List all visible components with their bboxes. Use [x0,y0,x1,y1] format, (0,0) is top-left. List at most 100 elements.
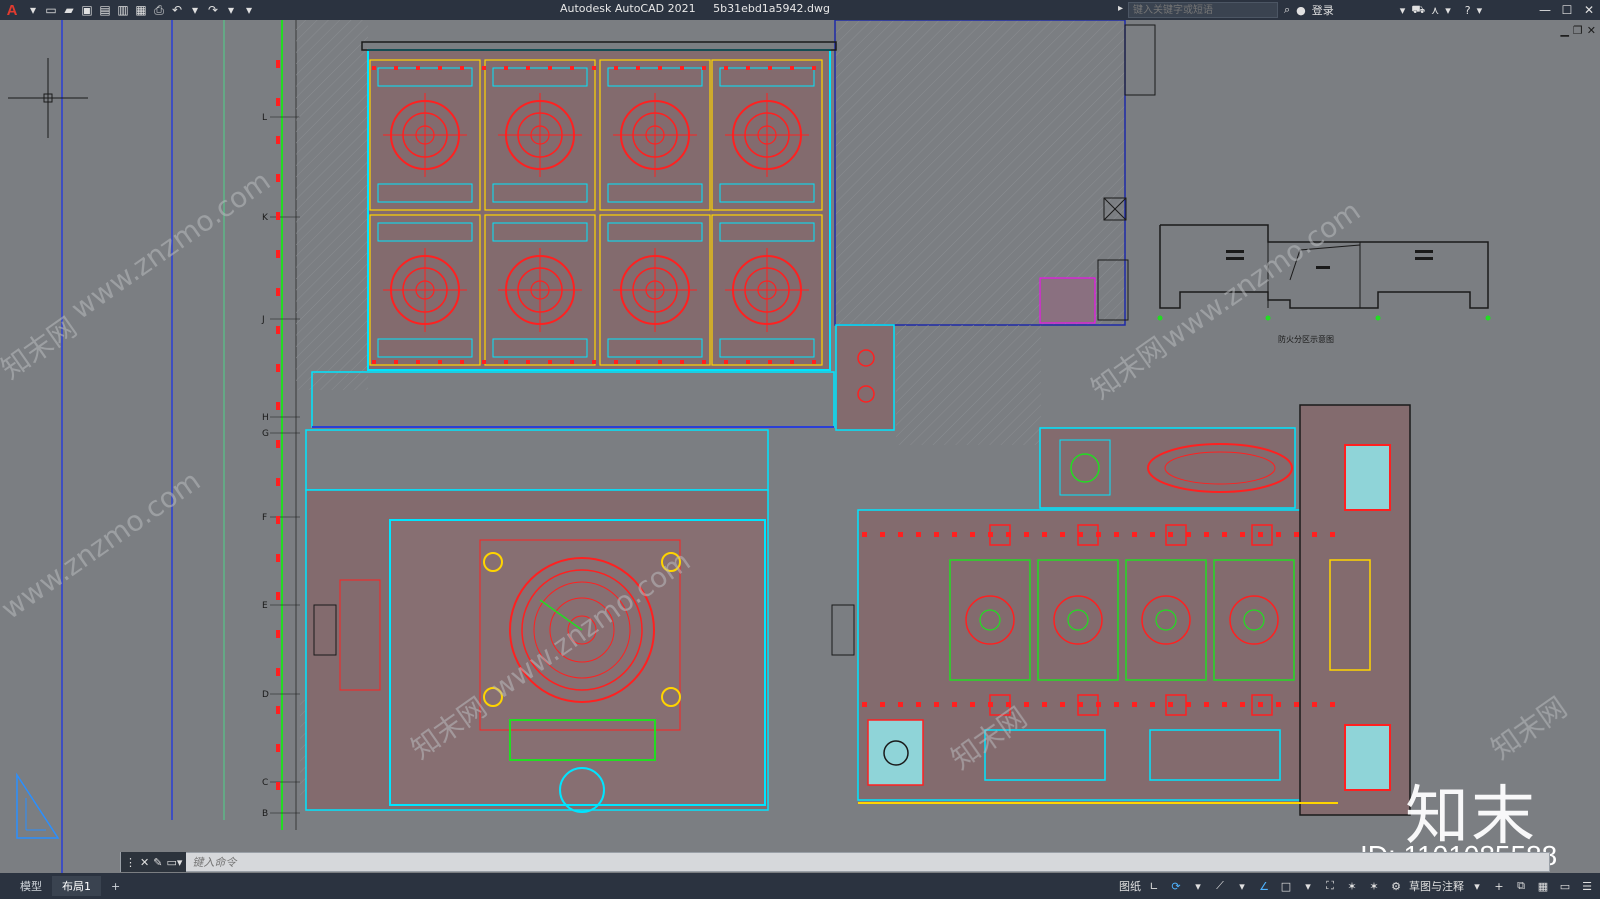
grid-axis-label: G [262,429,269,439]
workspace-gear-icon[interactable]: ⚙ [1387,876,1405,896]
viewport-controls: ▁ ❐ ✕ [1560,24,1596,37]
light-dot [1132,532,1137,537]
redo-icon[interactable]: ↷ [204,1,222,19]
login-dropdown-icon[interactable]: ▾ [1400,4,1406,17]
viewport-close-icon[interactable]: ✕ [1587,24,1596,37]
light-dot [1150,532,1155,537]
grid-axis-label: J [261,315,265,325]
tab-model[interactable]: 模型 [10,876,52,896]
polar-tracking-icon[interactable]: ⟳ [1167,876,1185,896]
viewport-minimize-icon[interactable]: ▁ [1560,24,1568,37]
object-snap-tracking-icon[interactable]: ∠ [1255,876,1273,896]
axis-marker [276,250,280,258]
new-icon[interactable]: ▭ [42,1,60,19]
workspace-dropdown-icon[interactable]: ▾ [1468,876,1486,896]
selection-cycling-icon[interactable]: ⛶ [1321,876,1339,896]
object-snap-icon[interactable]: □ [1277,876,1295,896]
light-dot [952,702,957,707]
product-name: Autodesk AutoCAD 2021 [560,2,696,15]
light-dot [1222,532,1227,537]
light-dot [880,532,885,537]
tab-layout1[interactable]: 布局1 [52,876,101,896]
command-input[interactable] [186,855,1387,869]
maximize-icon[interactable]: ☐ [1556,0,1578,20]
quick-access-toolbar: ▾ ▭ ▰ ▣ ▤ ▥ ▦ ⎙ ↶ ▾ ↷ ▾ ▾ [24,0,258,20]
axis-marker [276,554,280,562]
window-title: Autodesk AutoCAD 2021 5b31ebd1a5942.dwg [560,2,844,15]
print-icon[interactable]: ⎙ [150,1,168,19]
isolate-objects-icon[interactable]: ▭ [1556,876,1574,896]
search-expand-icon[interactable]: ▸ [1118,3,1123,14]
undo-dropdown-icon[interactable]: ▾ [186,1,204,19]
isodraft-icon[interactable]: ⟋ [1211,876,1229,896]
svg-text:防火分区示意图: 防火分区示意图 [1278,334,1334,344]
minimize-icon[interactable]: — [1534,0,1556,20]
a360-dropdown-icon[interactable]: ▾ [1445,4,1451,17]
grid-axis-label: L [262,113,267,123]
viewport-restore-icon[interactable]: ❐ [1573,24,1583,37]
annotation-monitor-icon[interactable]: + [1490,876,1508,896]
object-snap-dropdown-icon[interactable]: ▾ [1299,876,1317,896]
axis-marker [276,478,280,486]
customize-icon[interactable]: ▾ [240,1,258,19]
hatch-area [896,325,1041,445]
light-dot [934,702,939,707]
paper-space-toggle[interactable]: 图纸 [1119,876,1141,896]
annotation-autoscale-icon[interactable]: ✶ [1365,876,1383,896]
light-dot [460,66,464,70]
workspace-switch[interactable]: 草图与注释 [1409,876,1464,896]
grid-axis-label: C [262,778,268,788]
open-icon[interactable]: ▰ [60,1,78,19]
light-dot [658,66,662,70]
login-button[interactable]: 登录 [1312,2,1334,18]
light-dot [416,66,420,70]
drawing-area[interactable]: LKJHGFEDCB 防火分区示意图 知末网 www.znzmo.com 知末网… [0,20,1600,873]
a360-icon[interactable]: ⋏ [1431,4,1439,17]
grid-axis-label: D [262,690,269,700]
status-bar: 模型 布局1 + 图纸 ∟ ⟳ ▾ ⟋ ▾ ∠ □ ▾ ⛶ ✶ ✶ ⚙ 草图与注… [0,873,1600,899]
grip-icon[interactable]: ⋮ [125,856,136,869]
axis-marker [276,212,280,220]
light-dot [1258,532,1263,537]
publish-icon[interactable]: ▥ [114,1,132,19]
axis-marker [276,592,280,600]
help-dropdown-icon[interactable]: ▾ [1477,4,1483,17]
axis-marker [276,98,280,106]
isodraft-dropdown-icon[interactable]: ▾ [1233,876,1251,896]
light-dot [658,360,662,364]
recent-commands-icon[interactable]: ▭▾ [166,856,182,869]
axis-marker [276,60,280,68]
units-icon[interactable]: ⧉ [1512,876,1530,896]
light-dot [1132,702,1137,707]
close-command-icon[interactable]: ✕ [140,856,149,869]
redo-dropdown-icon[interactable]: ▾ [222,1,240,19]
undo-icon[interactable]: ↶ [168,1,186,19]
customize-status-icon[interactable]: ☰ [1578,876,1596,896]
light-dot [394,360,398,364]
light-dot [1150,702,1155,707]
autocad-logo-icon[interactable]: A [0,0,24,20]
user-icon[interactable]: ● [1296,4,1306,17]
light-dot [702,360,706,364]
close-icon[interactable]: ✕ [1578,0,1600,20]
light-dot [898,532,903,537]
help-icon[interactable]: ? [1465,4,1471,17]
polar-dropdown-icon[interactable]: ▾ [1189,876,1207,896]
cart-icon[interactable]: ⛟ [1411,3,1425,18]
saveas-icon[interactable]: ▤ [96,1,114,19]
quick-properties-icon[interactable]: ▦ [1534,876,1552,896]
light-dot [438,360,442,364]
search-input[interactable] [1128,2,1278,18]
annotation-visibility-icon[interactable]: ✶ [1343,876,1361,896]
search-icon[interactable]: ⌕ [1284,3,1290,17]
add-layout-button[interactable]: + [101,876,130,896]
customize-command-icon[interactable]: ✎ [153,856,162,869]
corridor [311,371,835,428]
infer-constraints-icon[interactable]: ∟ [1145,876,1163,896]
app-menu-arrow-icon[interactable]: ▾ [24,1,42,19]
title-bar: A ▾ ▭ ▰ ▣ ▤ ▥ ▦ ⎙ ↶ ▾ ↷ ▾ ▾ Autodesk Aut… [0,0,1600,20]
axis-marker [276,326,280,334]
plot-preview-icon[interactable]: ▦ [132,1,150,19]
save-icon[interactable]: ▣ [78,1,96,19]
axis-marker [276,630,280,638]
